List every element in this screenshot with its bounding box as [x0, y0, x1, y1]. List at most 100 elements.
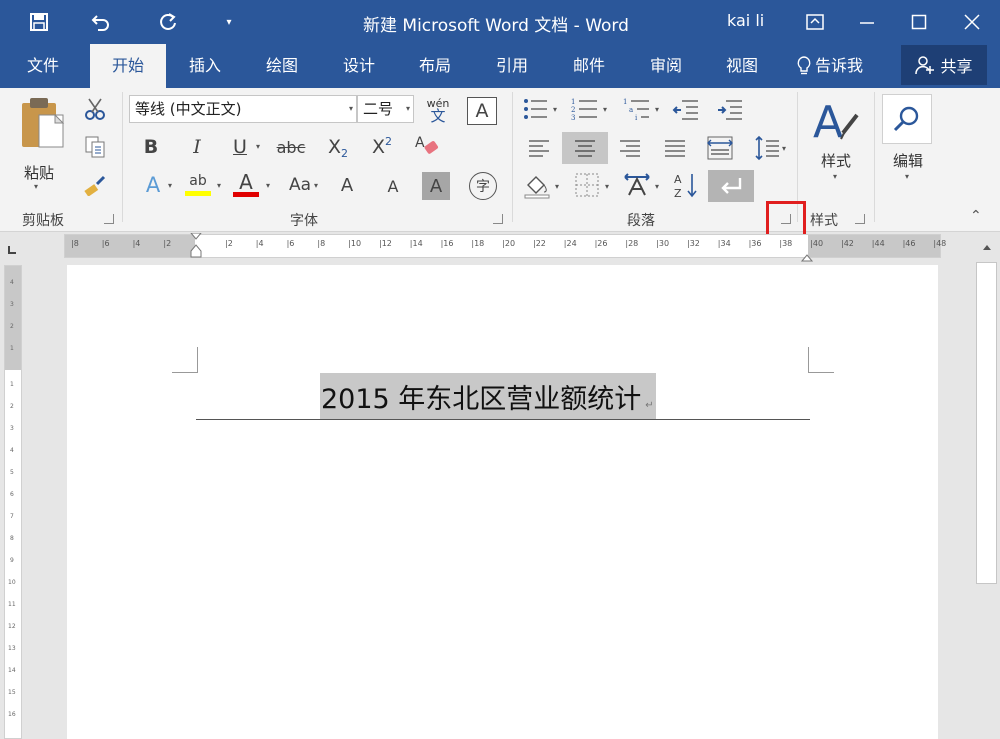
bold-button[interactable]: B: [137, 132, 165, 162]
redo-icon[interactable]: [153, 0, 183, 44]
tab-home[interactable]: 开始: [90, 44, 166, 88]
document-page[interactable]: [67, 265, 938, 739]
char-shading-button[interactable]: A: [422, 172, 450, 200]
svg-text:▾: ▾: [553, 105, 557, 114]
shading-icon[interactable]: ▾: [522, 170, 566, 200]
tab-layout[interactable]: 布局: [406, 44, 464, 88]
save-icon[interactable]: [24, 0, 54, 44]
tab-references[interactable]: 引用: [483, 44, 541, 88]
document-title-text[interactable]: 2015 年东北区营业额统计 ↵: [320, 373, 656, 419]
cut-icon[interactable]: [80, 94, 110, 124]
justify-icon[interactable]: [659, 134, 691, 162]
undo-icon[interactable]: [86, 0, 116, 44]
window-title: 新建 Microsoft Word 文档 - Word: [363, 16, 629, 36]
borders-icon[interactable]: ▾: [572, 170, 616, 200]
styles-dropdown-icon[interactable]: ▾: [833, 172, 837, 181]
right-indent-marker[interactable]: [800, 247, 814, 266]
maximize-icon[interactable]: [899, 0, 939, 44]
title-bar: ▾ 新建 Microsoft Word 文档 - Word kai li: [0, 0, 1000, 44]
ruler-left-margin: [65, 235, 195, 257]
styles-launcher-icon[interactable]: [855, 214, 865, 224]
change-case-dropdown-icon[interactable]: ▾: [314, 181, 318, 190]
styles-gallery-icon[interactable]: A: [810, 94, 862, 146]
phonetic-guide-button[interactable]: wén 文: [420, 94, 456, 126]
editing-label[interactable]: 编辑: [886, 150, 930, 171]
grow-font-button[interactable]: A: [335, 170, 359, 200]
minimize-icon[interactable]: [847, 0, 887, 44]
editing-dropdown-icon[interactable]: ▾: [905, 172, 909, 181]
shrink-font-button[interactable]: A: [381, 172, 405, 200]
tab-design[interactable]: 设计: [330, 44, 388, 88]
collapse-ribbon-icon[interactable]: ⌃: [970, 208, 982, 224]
format-painter-icon[interactable]: [80, 170, 110, 200]
sort-icon[interactable]: AZ: [670, 170, 700, 200]
svg-text:11: 11: [8, 601, 16, 608]
clear-formatting-icon[interactable]: A: [411, 132, 443, 162]
line-spacing-icon[interactable]: ▾: [752, 132, 790, 164]
distributed-icon[interactable]: [703, 132, 737, 164]
font-name-combo[interactable]: 等线 (中文正文) ▾: [129, 95, 357, 123]
decrease-indent-icon[interactable]: [670, 96, 702, 122]
tell-me-box[interactable]: 告诉我: [790, 44, 870, 88]
styles-label[interactable]: 样式: [816, 150, 856, 171]
clipboard-launcher-icon[interactable]: [104, 214, 114, 224]
customize-qat-icon[interactable]: ▾: [218, 0, 240, 44]
enclose-chars-button[interactable]: 字: [469, 172, 497, 200]
font-launcher-icon[interactable]: [493, 214, 503, 224]
scroll-up-icon[interactable]: [977, 238, 996, 256]
tab-view[interactable]: 视图: [713, 44, 771, 88]
char-border-button[interactable]: A: [467, 97, 497, 125]
highlight-button[interactable]: ab: [183, 168, 213, 200]
search-icon[interactable]: [882, 94, 932, 144]
document-title-value: 2015 年东北区营业额统计: [321, 384, 642, 415]
tab-file[interactable]: 文件: [14, 44, 72, 88]
font-color-button[interactable]: A: [231, 168, 261, 200]
chevron-down-icon[interactable]: ▾: [349, 96, 353, 122]
paragraph-mark-icon: ↵: [645, 400, 654, 411]
font-name-value: 等线 (中文正文): [135, 100, 242, 118]
align-right-icon[interactable]: [614, 134, 646, 162]
group-separator: [512, 92, 513, 222]
tab-selector-icon[interactable]: [6, 241, 18, 254]
chevron-down-icon[interactable]: ▾: [406, 96, 410, 122]
text-effects-button[interactable]: A: [140, 170, 166, 200]
underline-button[interactable]: U: [226, 132, 254, 162]
change-case-button[interactable]: Aa: [283, 170, 317, 200]
font-color-dropdown-icon[interactable]: ▾: [266, 181, 270, 190]
superscript-button[interactable]: X2: [367, 132, 397, 162]
share-button[interactable]: 共享: [901, 45, 987, 85]
align-left-icon[interactable]: [523, 134, 555, 162]
increase-indent-icon[interactable]: [714, 96, 746, 122]
first-line-indent-marker[interactable]: [189, 232, 203, 263]
multilevel-list-icon[interactable]: 1 a i ▾: [622, 96, 666, 122]
ruler-number: |22: [533, 239, 546, 248]
strikethrough-button[interactable]: abc: [272, 132, 310, 162]
ribbon-display-icon[interactable]: [800, 0, 830, 44]
close-icon[interactable]: [952, 0, 992, 44]
tab-insert[interactable]: 插入: [176, 44, 234, 88]
ruler-number: |6: [101, 239, 110, 248]
user-name[interactable]: kai li: [727, 11, 764, 30]
italic-button[interactable]: I: [183, 132, 211, 162]
chinese-layout-icon[interactable]: ▾: [622, 170, 666, 200]
highlight-dropdown-icon[interactable]: ▾: [217, 181, 221, 190]
ribbon-tab-bar: 文件 开始 插入 绘图 设计 布局 引用 邮件 审阅 视图 告诉我: [0, 44, 1000, 88]
subscript-button[interactable]: X2: [323, 132, 353, 162]
tab-review[interactable]: 审阅: [637, 44, 695, 88]
tab-draw[interactable]: 绘图: [253, 44, 311, 88]
bullets-icon[interactable]: ▾: [522, 96, 562, 122]
svg-text:▾: ▾: [603, 105, 607, 114]
paste-icon[interactable]: [14, 94, 68, 152]
svg-text:▾: ▾: [782, 144, 786, 153]
scrollbar-thumb[interactable]: [976, 262, 997, 584]
text-effects-dropdown-icon[interactable]: ▾: [168, 181, 172, 190]
paste-label[interactable]: 粘贴: [10, 162, 68, 183]
numbering-icon[interactable]: 1 2 3 ▾: [570, 96, 614, 122]
underline-dropdown-icon[interactable]: ▾: [256, 142, 260, 151]
font-size-combo[interactable]: 二号 ▾: [357, 95, 414, 123]
tab-mailings[interactable]: 邮件: [560, 44, 618, 88]
paste-dropdown-icon[interactable]: ▾: [34, 182, 38, 191]
copy-icon[interactable]: [80, 132, 110, 162]
align-center-icon[interactable]: [562, 132, 608, 164]
show-formatting-marks-icon[interactable]: [708, 170, 754, 202]
